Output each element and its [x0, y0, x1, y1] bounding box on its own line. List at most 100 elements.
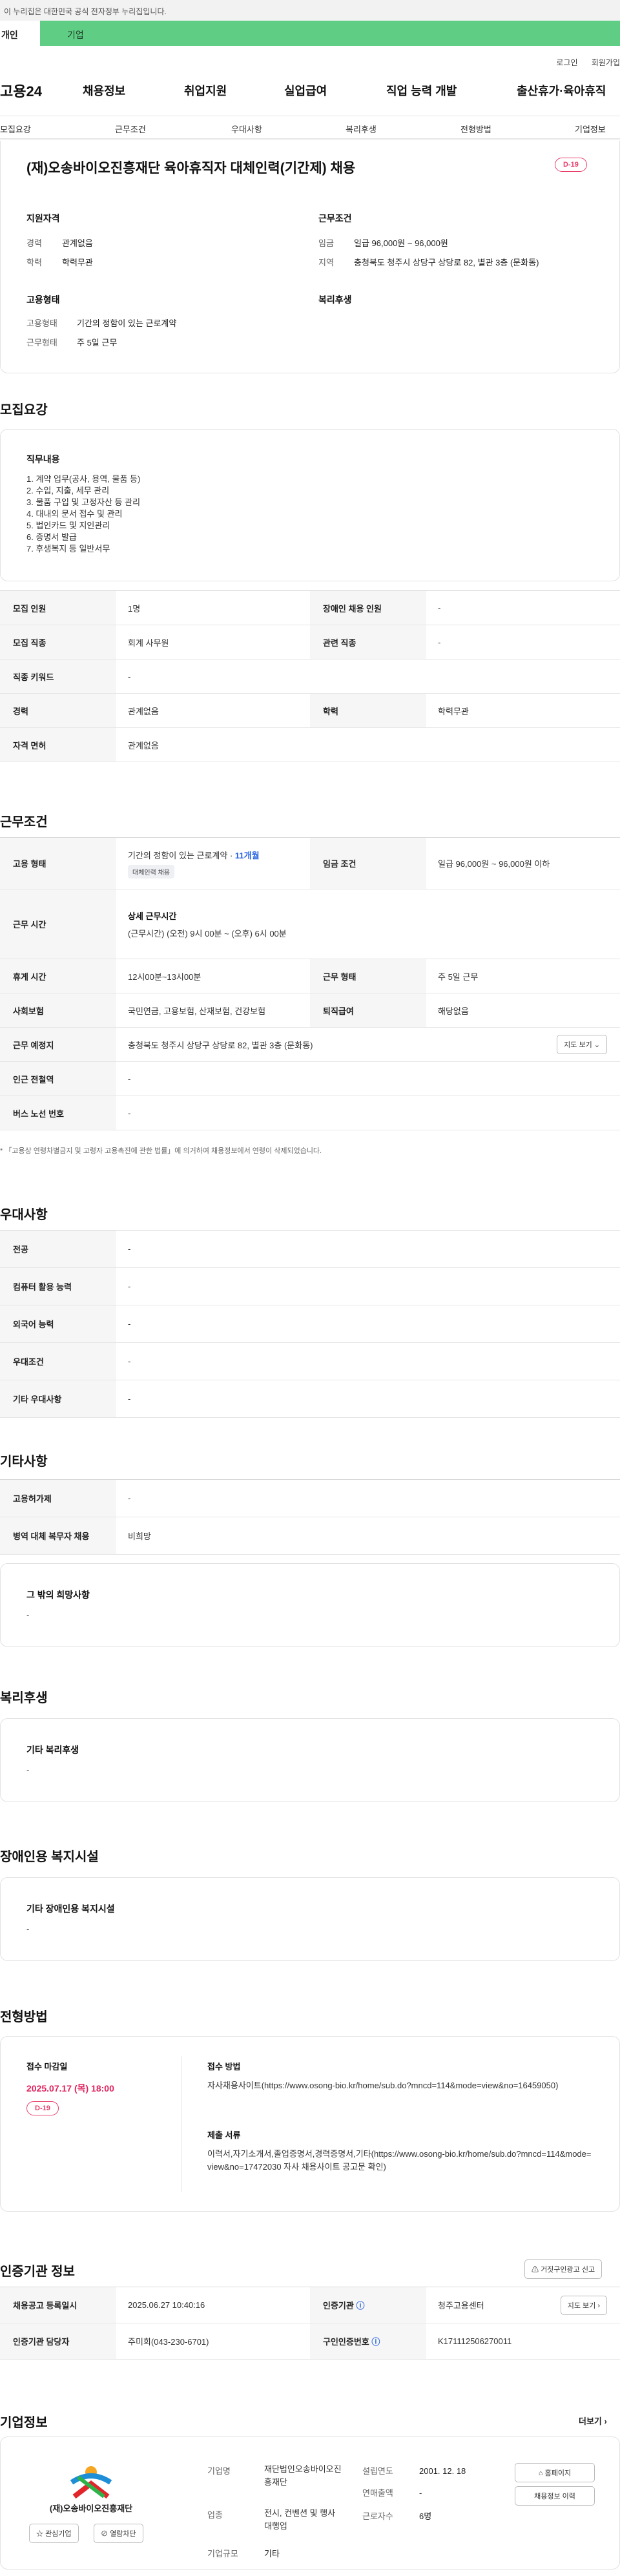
row-value: 주 5일 근무 — [438, 971, 479, 982]
time-detail-title: 상세 근무시간 — [128, 911, 177, 921]
company-industry-value: 전시, 컨벤션 및 행사 대행업 — [264, 2508, 336, 2531]
row-value: - — [128, 671, 131, 681]
duty-item: 6. 증명서 발급 — [26, 532, 77, 542]
row-value: 학력무관 — [438, 706, 469, 716]
row-label: 자격 면허 — [0, 728, 116, 762]
block-view-button[interactable]: ⊘ 열람차단 — [94, 2524, 143, 2543]
row-label: 버스 노선 번호 — [0, 1096, 116, 1130]
kv-value: 학력무관 — [62, 258, 93, 267]
gov-banner: 이 누리집은 대한민국 공식 전자정부 누리집입니다. — [0, 0, 620, 21]
nav-item-unemployment[interactable]: 실업급여 — [284, 82, 327, 99]
company-more-link[interactable]: 더보기 › — [579, 2415, 607, 2427]
gov-banner-text: 이 누리집은 대한민국 공식 전자정부 누리집입니다. — [4, 7, 167, 16]
company-field-size: 기업규모 기타 — [207, 2547, 280, 2559]
map-view-button[interactable]: 지도 보기 ⌄ — [557, 1035, 607, 1054]
section-nav-pref[interactable]: 우대사항 — [231, 123, 262, 135]
etc-table: 고용허가제 - 병역 대체 복무자 채용 비희망 — [0, 1479, 620, 1555]
nav-item-training[interactable]: 직업 능력 개발 — [386, 82, 457, 99]
wish-card: 그 밖의 희망사항 - — [0, 1563, 620, 1647]
row-label: 병역 대체 복무자 채용 — [0, 1517, 116, 1554]
row-value: 청주고용센터 지도 보기 › — [426, 2287, 620, 2323]
wish-value: - — [26, 1610, 30, 1620]
cert-map-button[interactable]: 지도 보기 › — [560, 2295, 607, 2315]
table-row: 직종 키워드 - — [0, 660, 620, 694]
kv-key: 지역 — [318, 258, 334, 267]
company-section-title: 기업정보 — [0, 2416, 48, 2430]
row-value: - — [128, 1282, 131, 1291]
deadline-value: 2025.07.17 (목) 18:00 — [26, 2083, 114, 2093]
kv-key: 설립연도 — [362, 2466, 393, 2476]
duty-item: 1. 계약 업무(공사, 용역, 물품 등) — [26, 474, 141, 484]
kv-value: 6명 — [419, 2511, 432, 2521]
cert-agency-label: 인증기관 — [323, 2301, 354, 2311]
row-value: - — [128, 1319, 131, 1329]
section-nav-company[interactable]: 기업정보 — [575, 123, 606, 135]
company-logo-name: (재)오송바이오진흥재단 — [49, 2504, 133, 2513]
kv-key: 근무형태 — [26, 338, 57, 348]
kv-value: 2001. 12. 18 — [419, 2466, 466, 2476]
report-fake-ad-button[interactable]: ⚠ 거짓구인광고 신고 — [524, 2259, 603, 2279]
row-value: - — [128, 1244, 131, 1254]
table-row: 휴게 시간 12시00분~13시00분 근무 형태 주 5일 근무 — [0, 959, 620, 993]
table-row: 채용공고 등록일시 2025.06.27 10:40:16 인증기관 ⓘ 청주고… — [0, 2287, 620, 2323]
duty-heading: 직무내용 — [26, 454, 60, 464]
replacement-tag: 대체인력 채용 — [128, 864, 174, 878]
row-label: 외국어 능력 — [0, 1305, 116, 1342]
nav-item-parental[interactable]: 출산휴가·육아휴직 — [517, 82, 606, 99]
disabled-value: - — [26, 1924, 30, 1934]
row-value: 일급 96,000원 ~ 96,000원 이하 — [438, 859, 550, 869]
company-more-label: 더보기 — [579, 2416, 602, 2426]
row-value: 2025.06.27 10:40:16 — [128, 2300, 205, 2310]
row-label: 관련 직종 — [310, 625, 426, 659]
disabled-section-title: 장애인용 복지시설 — [0, 1850, 99, 1864]
nav-item-support[interactable]: 취업지원 — [184, 82, 227, 99]
company-field-founded: 설립연도 2001. 12. 18 — [362, 2464, 466, 2477]
logo[interactable]: 고용24 — [0, 80, 42, 101]
screening-section-title: 전형방법 — [0, 2010, 48, 2024]
row-value: 회계 사무원 — [128, 638, 169, 648]
interest-company-button[interactable]: ☆ 관심기업 — [29, 2524, 79, 2543]
homepage-label: 홈페이지 — [544, 2469, 572, 2477]
recruit-table: 모집 인원 1명 장애인 채용 인원 - 모집 직종 회계 사무원 관련 직종 … — [0, 590, 620, 762]
row-label: 구인인증번호 ⓘ — [310, 2323, 426, 2359]
section-nav-recruit[interactable]: 모집요강 — [0, 123, 31, 135]
kv-value: 충청북도 청주시 상당구 상당로 82, 별관 3층 (문화동) — [354, 258, 539, 267]
row-value: - — [438, 603, 441, 613]
main-nav: 고용24 채용정보 취업지원 실업급여 직업 능력 개발 출산휴가·육아휴직 — [0, 65, 620, 116]
kv-key: 근로자수 — [362, 2511, 393, 2521]
duty-list: 1. 계약 업무(공사, 용역, 물품 등) 2. 수입, 지출, 세무 관리 … — [26, 473, 140, 555]
table-row: 근무 시간 상세 근무시간 (근무시간) (오전) 9시 00분 ~ (오후) … — [0, 889, 620, 959]
row-label: 전공 — [0, 1231, 116, 1267]
section-nav-screening[interactable]: 전형방법 — [460, 123, 491, 135]
cert-map-label: 지도 보기 — [567, 2301, 596, 2310]
age-note: * 「고용상 연령차별금지 및 고령자 고용촉진에 관한 법률」에 의거하여 채… — [0, 1147, 322, 1155]
row-label: 학력 — [310, 694, 426, 727]
star-icon: ☆ — [36, 2530, 43, 2538]
row-label: 휴게 시간 — [0, 959, 116, 993]
qual-career: 경력 관계없음 — [26, 236, 93, 249]
emp-type-value: 기간의 정함이 있는 근로계약 · — [128, 850, 235, 860]
info-icon[interactable]: ⓘ — [356, 2299, 364, 2311]
divider — [181, 2056, 182, 2192]
welfare-card: 기타 복리후생 - — [0, 1718, 620, 1802]
duty-item: 5. 법인카드 및 지인관리 — [26, 521, 110, 530]
section-nav-work[interactable]: 근무조건 — [115, 123, 146, 135]
row-value: - — [128, 1493, 131, 1503]
cond-wage: 임금 일급 96,000원 ~ 96,000원 — [318, 236, 448, 249]
row-label: 기타 우대사항 — [0, 1380, 116, 1417]
info-icon[interactable]: ⓘ — [371, 2335, 380, 2347]
section-nav-welfare[interactable]: 복리후생 — [346, 123, 377, 135]
table-row: 병역 대체 복무자 채용 비희망 — [0, 1517, 620, 1555]
company-field-name: 기업명 — [207, 2464, 264, 2477]
time-detail-value: (근무시간) (오전) 9시 00분 ~ (오후) 6시 00분 — [128, 928, 287, 939]
row-label: 근무 형태 — [310, 959, 426, 993]
row-value: 충청북도 청주시 상당구 상당로 82, 별관 3층 (문화동) 지도 보기 ⌄ — [116, 1028, 620, 1061]
block-view-label: 열람차단 — [110, 2530, 136, 2538]
homepage-button[interactable]: ⌂ 홈페이지 — [515, 2463, 595, 2482]
nav-item-jobs[interactable]: 채용정보 — [83, 82, 125, 99]
kv-key: 기업명 — [207, 2466, 231, 2476]
row-value: 관계없음 — [128, 740, 159, 751]
job-history-button[interactable]: 채용정보 이력 — [515, 2486, 595, 2506]
tab-business[interactable]: 기업 — [40, 21, 620, 48]
tab-person[interactable]: 개인 — [0, 21, 40, 48]
